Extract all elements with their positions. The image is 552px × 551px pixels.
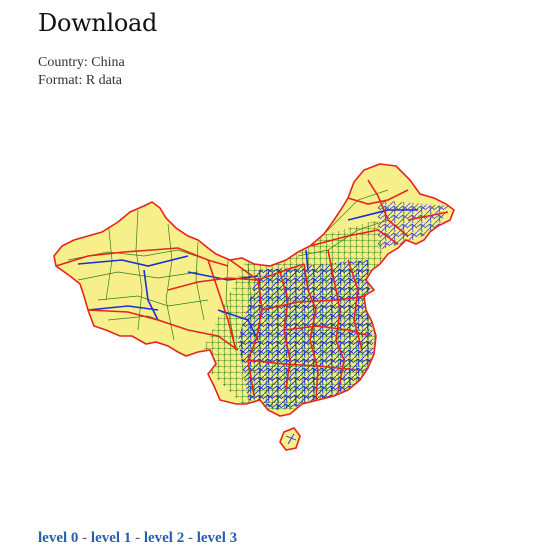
page-title: Download bbox=[38, 9, 158, 37]
level-3-link[interactable]: level 3 bbox=[197, 530, 237, 546]
level-separator: - bbox=[187, 530, 193, 546]
hainan-island bbox=[279, 427, 301, 451]
level-2-link[interactable]: level 2 bbox=[144, 530, 184, 546]
download-meta: Country: China Format: R data bbox=[38, 54, 125, 90]
country-label: Country: China bbox=[38, 55, 125, 70]
china-map-svg bbox=[53, 163, 455, 451]
level-0-link[interactable]: level 0 bbox=[38, 530, 78, 546]
china-admin-map bbox=[48, 160, 463, 455]
level-links: level 0 - level 1 - level 2 - level 3 bbox=[38, 528, 237, 548]
format-label: Format: R data bbox=[38, 73, 122, 88]
level-1-link[interactable]: level 1 bbox=[91, 530, 131, 546]
level-separator: - bbox=[135, 530, 141, 546]
level-separator: - bbox=[82, 530, 88, 546]
